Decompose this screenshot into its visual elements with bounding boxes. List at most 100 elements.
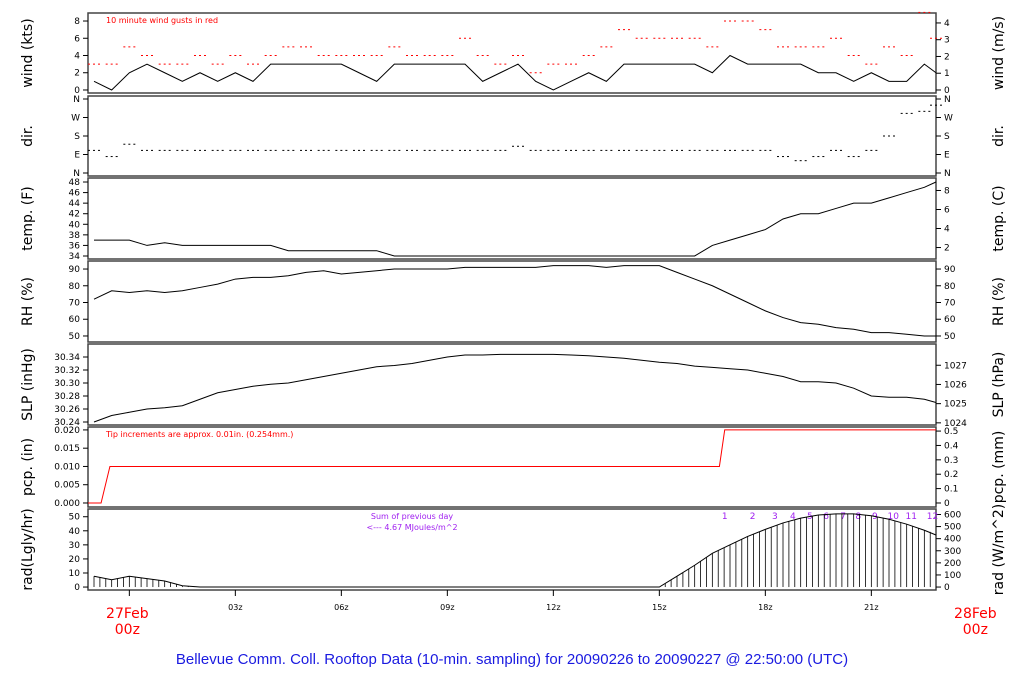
- temp-right-tick-label: 4: [944, 225, 950, 235]
- x-hour-label: 00z: [115, 622, 140, 638]
- rad-right-tick-label: 100: [944, 571, 961, 581]
- x-tick-label: 12z: [546, 603, 560, 612]
- slp-left-tick-label: 30.32: [54, 366, 80, 376]
- x-date-label: 28Feb: [954, 606, 997, 622]
- rh-right-tick-label: 50: [944, 332, 956, 342]
- pcp-left-tick-label: 0.020: [54, 426, 80, 436]
- rad-hour-mark: 12: [927, 512, 938, 522]
- rh-ylabel: RH (%): [20, 277, 36, 326]
- rh-left-tick-label: 80: [69, 282, 81, 292]
- dir-right-tick-label: W: [944, 114, 953, 124]
- temp-left-tick-label: 44: [69, 199, 81, 209]
- x-tick-label: 15z: [652, 603, 666, 612]
- pcp-right-tick-label: 0.2: [944, 470, 958, 480]
- rad-ylabel: rad(Lgly/hr): [20, 508, 36, 590]
- x-tick-label: 21z: [864, 603, 878, 612]
- wind-ylabel: wind (kts): [20, 18, 36, 87]
- dir-right-tick-label: N: [944, 95, 951, 105]
- rh-left-tick-label: 90: [69, 265, 81, 275]
- rh-right-tick-label: 60: [944, 315, 956, 325]
- temp-right-tick-label: 6: [944, 205, 950, 215]
- slp-left-tick-label: 30.34: [54, 353, 80, 363]
- pcp-left-tick-label: 0.000: [54, 499, 80, 509]
- rad-right-tick-label: 600: [944, 510, 961, 520]
- rad-annotation-2: <--- 4.67 MJoules/m^2: [366, 523, 457, 532]
- pcp-right-tick-label: 0.3: [944, 456, 958, 466]
- slp-right-tick-label: 1025: [944, 400, 967, 410]
- rad-right-tick-label: 200: [944, 559, 961, 569]
- dir-panel-frame: [87, 95, 937, 177]
- rad-ylabel-right: rad (W/m^2): [991, 504, 1007, 595]
- wind-annotation: 10 minute wind gusts in red: [106, 16, 218, 25]
- rad-right-tick-label: 300: [944, 547, 961, 557]
- dir-left-tick-label: W: [71, 114, 80, 124]
- dir-left-tick-label: N: [73, 95, 80, 105]
- rad-left-tick-label: 0: [74, 583, 80, 593]
- rad-hour-mark: 11: [906, 512, 917, 522]
- rad-left-tick-label: 40: [69, 527, 81, 537]
- rad-outline: [93, 513, 937, 588]
- dir-left-tick-label: S: [74, 132, 80, 142]
- chart-title: Bellevue Comm. Coll. Rooftop Data (10-mi…: [175, 651, 849, 668]
- pcp-line: [88, 429, 936, 504]
- dir-ylabel-right: dir.: [991, 125, 1007, 147]
- rad-left-tick-label: 10: [69, 569, 81, 579]
- temp-panel-frame: [87, 177, 937, 260]
- wind-left-tick-label: 6: [74, 34, 80, 44]
- rad-right-tick-label: 500: [944, 523, 961, 533]
- wind-left-tick-label: 4: [74, 52, 80, 62]
- pcp-right-tick-label: 0.4: [944, 441, 959, 451]
- x-tick-label: 09z: [440, 603, 454, 612]
- pcp-left-tick-label: 0.010: [54, 462, 80, 472]
- temp-right-tick-label: 2: [944, 244, 950, 254]
- temp-left-tick-label: 46: [69, 189, 81, 199]
- rad-left-tick-label: 20: [69, 555, 81, 565]
- pcp-left-tick-label: 0.015: [54, 444, 80, 454]
- rh-left-tick-label: 50: [69, 332, 81, 342]
- weather-chart: 0246801234wind (kts) wind (m/s)10 minute …: [20, 11, 1007, 638]
- x-tick-label: 18z: [758, 603, 772, 612]
- slp-ylabel-right: SLP (hPa): [991, 352, 1007, 418]
- pcp-right-tick-label: 0.1: [944, 485, 958, 495]
- temp-left-tick-label: 34: [69, 252, 81, 262]
- wind-series-line: [93, 54, 937, 91]
- slp-left-tick-label: 30.30: [54, 379, 80, 389]
- rh-left-tick-label: 70: [69, 299, 81, 309]
- x-tick-label: 03z: [228, 603, 242, 612]
- rh-panel-frame: [87, 260, 937, 343]
- temp-left-tick-label: 36: [69, 241, 81, 251]
- wind-left-tick-label: 8: [74, 17, 80, 27]
- wind-right-tick-label: 3: [944, 36, 950, 46]
- wind-left-tick-label: 2: [74, 69, 80, 79]
- dir-right-tick-label: N: [944, 169, 951, 179]
- rad-left-tick-label: 30: [69, 541, 81, 551]
- rad-right-tick-label: 0: [944, 583, 950, 593]
- temp-left-tick-label: 48: [69, 178, 81, 188]
- x-hour-label: 00z: [963, 622, 988, 638]
- pcp-panel-frame: [87, 426, 937, 508]
- rad-hour-mark: 1: [722, 512, 728, 522]
- temp-left-tick-label: 40: [69, 220, 81, 230]
- slp-right-tick-label: 1026: [944, 380, 967, 390]
- rh-right-tick-label: 90: [944, 265, 956, 275]
- slp-panel-frame: [87, 343, 937, 426]
- dir-right-tick-label: S: [944, 132, 950, 142]
- temp-series-line: [94, 181, 937, 257]
- pcp-ylabel-right: pcp. (mm): [991, 431, 1007, 504]
- pcp-ylabel: pcp. (in): [20, 438, 36, 496]
- slp-ylabel: SLP (inHg): [20, 348, 36, 421]
- wind-right-tick-label: 1: [944, 69, 950, 79]
- slp-left-tick-label: 30.28: [54, 392, 80, 402]
- dir-left-tick-label: E: [74, 150, 80, 160]
- dir-right-tick-label: E: [944, 150, 950, 160]
- rad-hour-mark: 3: [772, 512, 778, 522]
- x-date-label: 27Feb: [106, 606, 149, 622]
- rh-left-tick-label: 60: [69, 315, 81, 325]
- slp-left-tick-label: 30.26: [54, 405, 80, 415]
- pcp-left-tick-label: 0.005: [54, 481, 80, 491]
- temp-ylabel-right: temp. (C): [991, 185, 1007, 251]
- temp-left-tick-label: 42: [69, 210, 80, 220]
- wind-right-tick-label: 4: [944, 19, 950, 29]
- rad-hour-mark: 8: [855, 512, 861, 522]
- temp-left-tick-label: 38: [69, 231, 81, 241]
